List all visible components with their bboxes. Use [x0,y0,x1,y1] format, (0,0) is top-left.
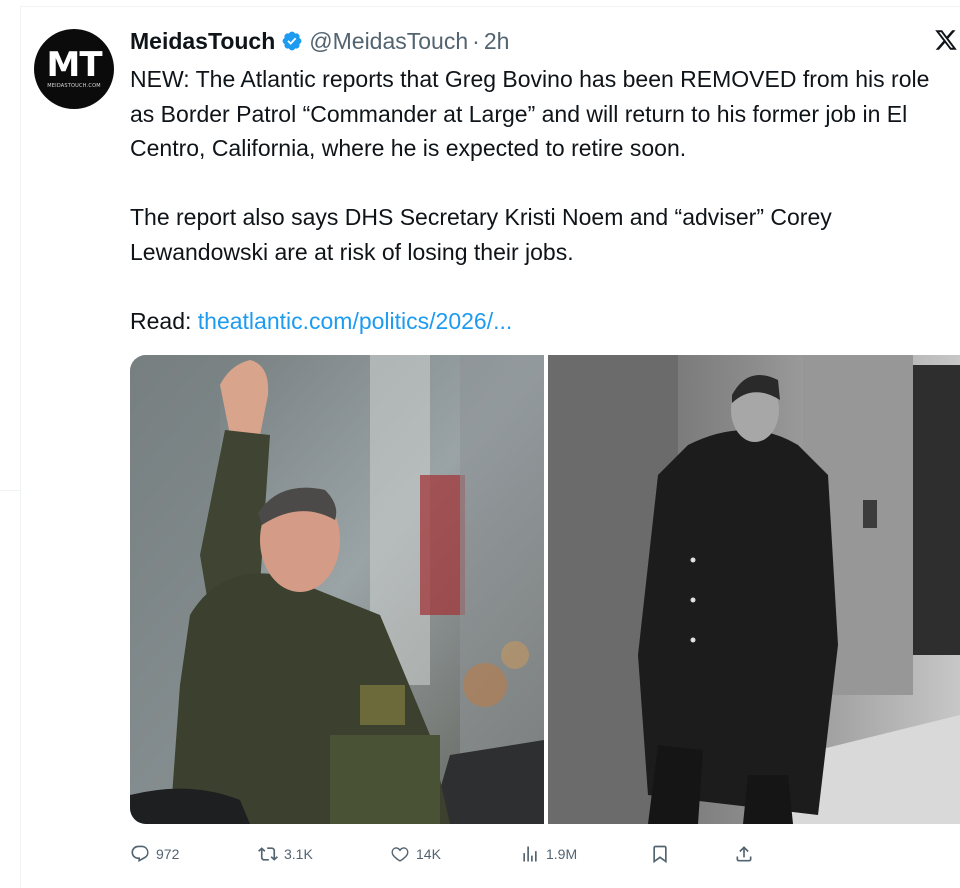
separator-dot: · [472,27,480,54]
article-link[interactable]: theatlantic.com/politics/2026/... [198,308,513,334]
reply-count: 972 [156,846,180,862]
tweet-paragraph: NEW: The Atlantic reports that Greg Bovi… [130,66,930,161]
like-button[interactable]: 14K [390,840,441,868]
top-border [20,0,960,7]
verified-badge-icon [282,31,302,51]
heart-icon [391,847,409,862]
reply-icon [131,845,149,863]
photo-left[interactable] [130,355,544,824]
photo-right[interactable] [548,355,960,824]
avatar-subtext: MEIDASTOUCH.COM [47,83,101,89]
timestamp[interactable]: 2h [484,28,510,55]
avatar-initials: MT [46,45,102,85]
read-label: Read: [130,307,198,334]
reply-button[interactable]: 972 [130,840,179,868]
media-grid [130,355,960,824]
tweet-header: MeidasTouch @MeidasTouch · 2h [130,26,509,56]
repost-count: 3.1K [284,846,313,862]
share-button[interactable] [734,840,754,868]
read-line: Read: theatlantic.com/politics/2026/... [130,304,945,339]
repost-icon [258,847,278,861]
bookmark-button[interactable] [650,840,670,868]
tweet-text: NEW: The Atlantic reports that Greg Bovi… [130,62,945,338]
action-bar: 972 3.1K 14K 1.9M [130,840,770,868]
avatar[interactable]: MT MEIDASTOUCH.COM [34,29,114,109]
views-button[interactable]: 1.9M [520,840,577,868]
author-name[interactable]: MeidasTouch [130,28,275,55]
tweet-paragraph: The report also says DHS Secretary Krist… [130,204,832,265]
repost-button[interactable]: 3.1K [258,840,313,868]
like-count: 14K [416,846,441,862]
share-icon [736,846,752,862]
bookmark-icon [653,845,667,864]
views-chart-icon [523,846,537,862]
left-border [20,6,21,888]
author-handle[interactable]: @MeidasTouch [309,28,468,55]
views-count: 1.9M [546,846,578,862]
x-logo-icon [935,30,957,50]
side-divider [0,490,20,491]
